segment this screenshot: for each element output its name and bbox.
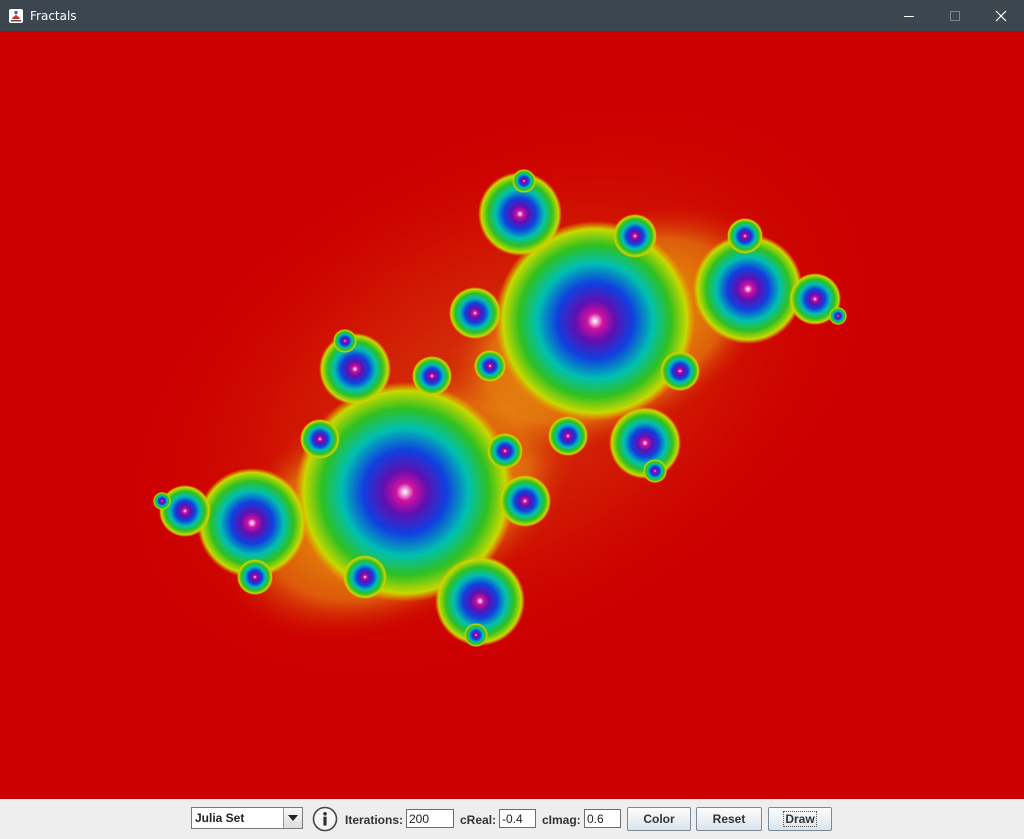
draw-button[interactable]: Draw [768, 807, 832, 831]
fractal-spiral [829, 307, 847, 325]
draw-button-label: Draw [783, 811, 817, 827]
color-button[interactable]: Color [627, 807, 691, 831]
fractal-spiral [474, 350, 506, 382]
maximize-icon [950, 10, 960, 21]
fractal-spiral [449, 287, 501, 339]
fractal-spiral [237, 559, 273, 595]
fractal-type-select[interactable]: Julia Set [191, 807, 303, 829]
reset-button[interactable]: Reset [696, 807, 762, 831]
fractal-spiral [412, 356, 452, 396]
fractal-type-value: Julia Set [195, 811, 245, 825]
fractal-spiral [300, 419, 340, 459]
fractal-spiral [343, 555, 387, 599]
reset-button-label: Reset [712, 812, 746, 826]
fractal-spiral [512, 169, 536, 193]
iterations-field[interactable] [406, 809, 454, 828]
fractal-spiral [487, 433, 523, 469]
fractal-spiral [727, 218, 763, 254]
fractals-window: Fractals Julia Set Iterations: 200 cReal… [0, 0, 1024, 839]
iterations-label: Iterations: [345, 813, 404, 827]
cimag-label: cImag: [542, 813, 581, 827]
fractal-spiral [643, 459, 667, 483]
color-button-label: Color [643, 812, 675, 826]
fractal-spiral [548, 416, 588, 456]
creal-label: cReal: [460, 813, 497, 827]
fractal-spiral [464, 623, 488, 647]
fractal-spiral [153, 492, 171, 510]
dropdown-arrow-button[interactable] [283, 808, 302, 828]
julia-set-render [109, 88, 891, 694]
maximize-button[interactable] [932, 0, 978, 31]
creal-field[interactable] [499, 809, 536, 828]
fractal-canvas[interactable] [0, 31, 1024, 799]
triangle-down-icon [288, 815, 298, 821]
fractal-spiral [613, 214, 657, 258]
fractal-spiral [333, 329, 357, 353]
close-button[interactable] [978, 0, 1024, 31]
fractal-spiral [660, 351, 700, 391]
window-controls [886, 0, 1024, 31]
minimize-button[interactable] [886, 0, 932, 31]
info-button[interactable] [312, 806, 338, 832]
title-bar[interactable]: Fractals [0, 0, 1024, 31]
close-icon [995, 10, 1007, 21]
minimize-icon [904, 15, 914, 17]
fractal-spiral [159, 485, 211, 537]
info-icon [312, 806, 338, 832]
fractal-spiral [499, 475, 551, 527]
java-app-icon [9, 8, 23, 23]
window-title: Fractals [30, 8, 77, 23]
cimag-field[interactable] [584, 809, 621, 828]
